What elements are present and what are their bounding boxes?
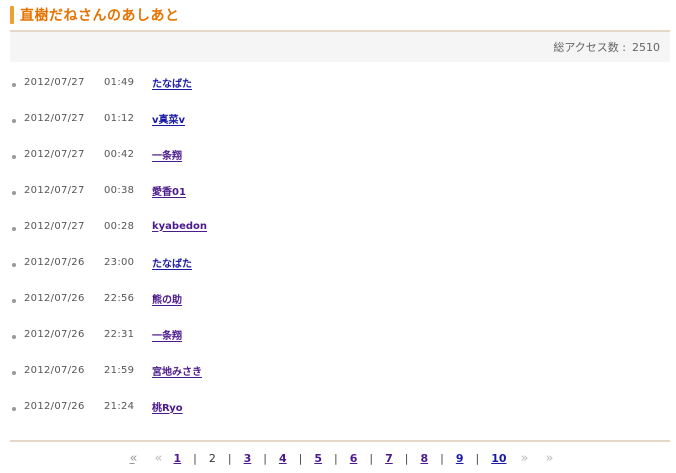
visit-time: 23:00 [104, 256, 135, 268]
last-page-icon[interactable]: » [545, 451, 553, 466]
table-row: 2012/07/27 01:12 v真菜v [10, 100, 670, 136]
page-link-7[interactable]: 7 [385, 452, 393, 465]
visit-time: 00:28 [104, 220, 135, 232]
visit-date: 2012/07/27 [24, 220, 85, 232]
page-link-5[interactable]: 5 [314, 452, 322, 465]
visit-time: 01:49 [104, 76, 135, 88]
bullet-icon [12, 191, 16, 195]
pager-separator: | [369, 452, 374, 465]
visitor-link[interactable]: 宮地みさき [152, 363, 202, 378]
table-row: 2012/07/26 23:00 たなばた [10, 244, 670, 280]
title-accent-bar [10, 6, 14, 24]
visit-time: 22:31 [104, 328, 135, 340]
first-page-icon[interactable]: « [130, 451, 138, 466]
visit-date: 2012/07/27 [24, 112, 85, 124]
visit-date: 2012/07/27 [24, 184, 85, 196]
table-row: 2012/07/27 00:42 一条翔 [10, 136, 670, 172]
table-row: 2012/07/26 21:24 桃Ryo [10, 388, 670, 424]
table-row: 2012/07/27 00:38 愛香01 [10, 172, 670, 208]
visit-date: 2012/07/26 [24, 400, 85, 412]
access-count-box: 総アクセス数 : 2510 [10, 30, 670, 62]
bullet-icon [12, 407, 16, 411]
visitor-link[interactable]: 愛香01 [152, 183, 186, 198]
table-row: 2012/07/27 00:28 kyabedon [10, 208, 670, 244]
table-row: 2012/07/26 22:56 熊の助 [10, 280, 670, 316]
visit-time: 00:42 [104, 148, 135, 160]
page-link-4[interactable]: 4 [279, 452, 287, 465]
visit-time: 21:24 [104, 400, 135, 412]
bullet-icon [12, 119, 16, 123]
pager-separator: | [298, 452, 303, 465]
visit-time: 00:38 [104, 184, 135, 196]
page-link-9[interactable]: 9 [456, 452, 464, 465]
pager-separator: | [193, 452, 197, 465]
access-count-value: 2510 [632, 40, 660, 54]
pager-separator: | [440, 452, 444, 465]
bullet-icon [12, 335, 16, 339]
table-row: 2012/07/27 01:49 たなばた [10, 64, 670, 100]
pager-separator: | [475, 452, 480, 465]
table-row: 2012/07/26 21:59 宮地みさき [10, 352, 670, 388]
bullet-icon [12, 83, 16, 87]
page-link-3[interactable]: 3 [244, 452, 252, 465]
footprint-list: 2012/07/27 01:49 たなばた 2012/07/27 01:12 v… [10, 64, 670, 424]
bullet-icon [12, 227, 16, 231]
visit-date: 2012/07/26 [24, 256, 85, 268]
pager-separator: | [404, 452, 409, 465]
visit-date: 2012/07/27 [24, 148, 85, 160]
visit-date: 2012/07/26 [24, 292, 85, 304]
visitor-link[interactable]: kyabedon [152, 221, 207, 232]
visitor-link[interactable]: v真菜v [152, 111, 185, 126]
title-bar: 直樹だねさんのあしあと [10, 0, 670, 30]
bullet-icon [12, 263, 16, 267]
bullet-icon [12, 371, 16, 375]
next-page-icon[interactable]: » [521, 451, 529, 466]
visit-date: 2012/07/26 [24, 328, 85, 340]
page-title: 直樹だねさんのあしあと [20, 8, 180, 24]
visit-date: 2012/07/27 [24, 76, 85, 88]
page-link-8[interactable]: 8 [420, 452, 428, 465]
visit-time: 21:59 [104, 364, 135, 376]
visitor-link[interactable]: 一条翔 [152, 147, 182, 162]
visitor-link[interactable]: たなばた [152, 75, 192, 90]
page-link-10[interactable]: 10 [491, 452, 506, 465]
table-row: 2012/07/26 22:31 一条翔 [10, 316, 670, 352]
bullet-icon [12, 299, 16, 303]
bullet-icon [12, 155, 16, 159]
visitor-link[interactable]: 一条翔 [152, 327, 182, 342]
visitor-link[interactable]: 熊の助 [152, 291, 182, 306]
pager-separator: | [227, 452, 232, 465]
visit-time: 01:12 [104, 112, 135, 124]
visitor-link[interactable]: たなばた [152, 255, 192, 270]
pager-separator: | [263, 452, 267, 465]
prev-page-icon: « [154, 451, 163, 466]
access-count-label: 総アクセス数 : [553, 41, 626, 54]
visit-date: 2012/07/26 [24, 364, 85, 376]
current-page: 2 [208, 452, 216, 465]
visitor-link[interactable]: 桃Ryo [152, 399, 183, 414]
visit-time: 22:56 [104, 292, 135, 304]
page-link-6[interactable]: 6 [350, 452, 358, 465]
pager-separator: | [333, 452, 338, 465]
pagination: « « 1 | 2 | 3 | 4 | 5 | 6 | 7 | 8 | 9 | … [10, 440, 670, 473]
page-link-1[interactable]: 1 [173, 452, 181, 465]
footprints-page: 直樹だねさんのあしあと 総アクセス数 : 2510 2012/07/27 01:… [0, 0, 676, 473]
